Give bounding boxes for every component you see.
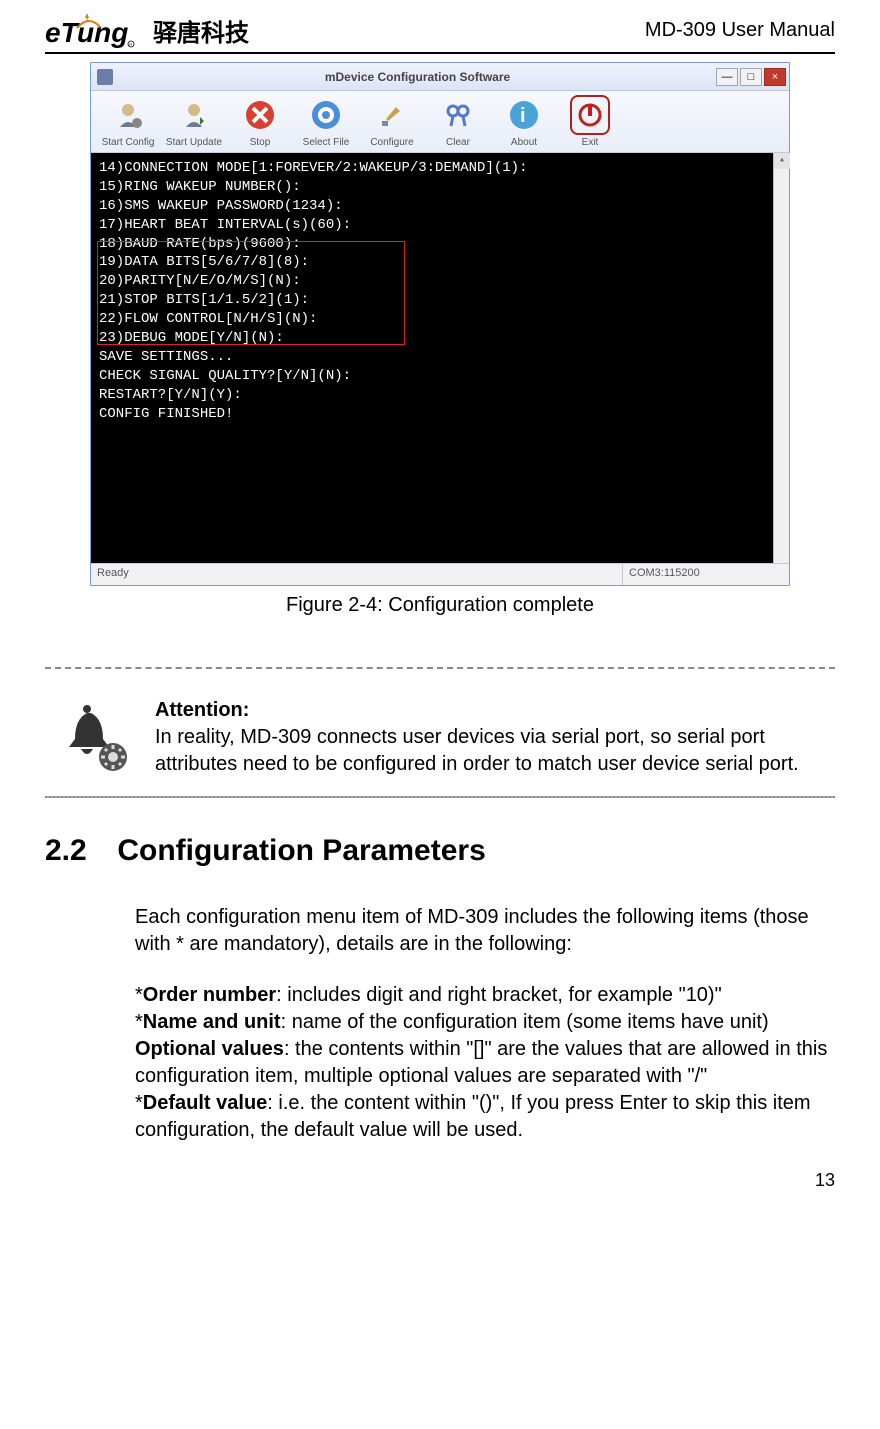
clear-icon: [438, 95, 478, 135]
configure-icon: [372, 95, 412, 135]
tool-label: Start Config: [102, 137, 155, 148]
scroll-up-icon[interactable]: ▴: [774, 153, 790, 169]
stop-icon: [240, 95, 280, 135]
body-text: Each configuration menu item of MD-309 i…: [135, 904, 835, 1144]
list-item: *Order number: includes digit and right …: [135, 982, 835, 1009]
tool-label: Configure: [370, 137, 413, 148]
tool-label: About: [511, 137, 537, 148]
tool-label: Start Update: [166, 137, 222, 148]
section-heading: 2.2 Configuration Parameters: [45, 834, 835, 868]
scrollbar[interactable]: ▴: [773, 153, 789, 563]
titlebar: mDevice Configuration Software — □ ×: [91, 63, 789, 91]
maximize-button[interactable]: □: [740, 68, 762, 86]
attention-heading: Attention:: [155, 699, 249, 721]
exit-icon: [570, 95, 610, 135]
app-window: mDevice Configuration Software — □ × Sta…: [90, 62, 790, 586]
clear-button[interactable]: Clear: [427, 95, 489, 148]
exit-button[interactable]: Exit: [559, 95, 621, 148]
start-update-icon: [174, 95, 214, 135]
minimize-button[interactable]: —: [716, 68, 738, 86]
page-number: 13: [45, 1170, 835, 1191]
terminal-line: 16)SMS WAKEUP PASSWORD(1234):: [99, 197, 781, 216]
tool-label: Stop: [250, 137, 271, 148]
configure-button[interactable]: Configure: [361, 95, 423, 148]
terminal-line: SAVE SETTINGS...: [99, 348, 781, 367]
etung-logo-icon: eT ung R: [45, 10, 135, 50]
highlight-box: [97, 241, 405, 345]
status-com-port: COM3:115200: [623, 564, 773, 585]
list-item: *Default value: i.e. the content within …: [135, 1090, 835, 1144]
window-title: mDevice Configuration Software: [119, 70, 716, 84]
figure-caption: Figure 2-4: Configuration complete: [45, 594, 835, 617]
svg-text:R: R: [129, 42, 132, 47]
start-config-icon: [108, 95, 148, 135]
toolbar: Start Config Start Update Stop Select Fi…: [91, 91, 789, 153]
divider: [45, 667, 835, 669]
about-button[interactable]: i About: [493, 95, 555, 148]
start-update-button[interactable]: Start Update: [163, 95, 225, 148]
svg-text:eT: eT: [45, 17, 81, 48]
terminal-area: 14)CONNECTION MODE[1:FOREVER/2:WAKEUP/3:…: [91, 153, 789, 563]
status-ready: Ready: [91, 564, 623, 585]
close-button[interactable]: ×: [764, 68, 786, 86]
start-config-button[interactable]: Start Config: [97, 95, 159, 148]
attention-block: Attention: In reality, MD-309 connects u…: [45, 677, 835, 790]
attention-bell-gear-icon: [45, 697, 155, 778]
app-icon: [97, 69, 113, 85]
tool-label: Select File: [303, 137, 350, 148]
terminal-line: 17)HEART BEAT INTERVAL(s)(60):: [99, 216, 781, 235]
page-header: eT ung R 驿唐科技 MD-309 User Manual: [45, 10, 835, 54]
intro-paragraph: Each configuration menu item of MD-309 i…: [135, 904, 835, 958]
list-item: *Name and unit: name of the configuratio…: [135, 1009, 835, 1036]
stop-button[interactable]: Stop: [229, 95, 291, 148]
terminal-line: CONFIG FINISHED!: [99, 405, 781, 424]
select-file-button[interactable]: Select File: [295, 95, 357, 148]
manual-title: MD-309 User Manual: [645, 19, 835, 42]
attention-body: In reality, MD-309 connects user devices…: [155, 726, 799, 775]
terminal-line: RESTART?[Y/N](Y):: [99, 386, 781, 405]
svg-text:ung: ung: [77, 17, 128, 48]
tool-label: Exit: [582, 137, 599, 148]
section-title: Configuration Parameters: [117, 834, 485, 867]
logo-cn-text: 驿唐科技: [153, 13, 249, 48]
terminal-line: CHECK SIGNAL QUALITY?[Y/N](N):: [99, 367, 781, 386]
terminal-line: 14)CONNECTION MODE[1:FOREVER/2:WAKEUP/3:…: [99, 159, 781, 178]
svg-text:i: i: [520, 105, 526, 127]
resize-grip-icon[interactable]: [773, 564, 789, 585]
section-number: 2.2: [45, 834, 109, 868]
list-item: Optional values: the contents within "[]…: [135, 1036, 835, 1090]
divider: [45, 796, 835, 798]
terminal-line: 15)RING WAKEUP NUMBER():: [99, 178, 781, 197]
about-icon: i: [504, 95, 544, 135]
statusbar: Ready COM3:115200: [91, 563, 789, 585]
tool-label: Clear: [446, 137, 470, 148]
select-file-icon: [306, 95, 346, 135]
logo-block: eT ung R 驿唐科技: [45, 10, 249, 50]
